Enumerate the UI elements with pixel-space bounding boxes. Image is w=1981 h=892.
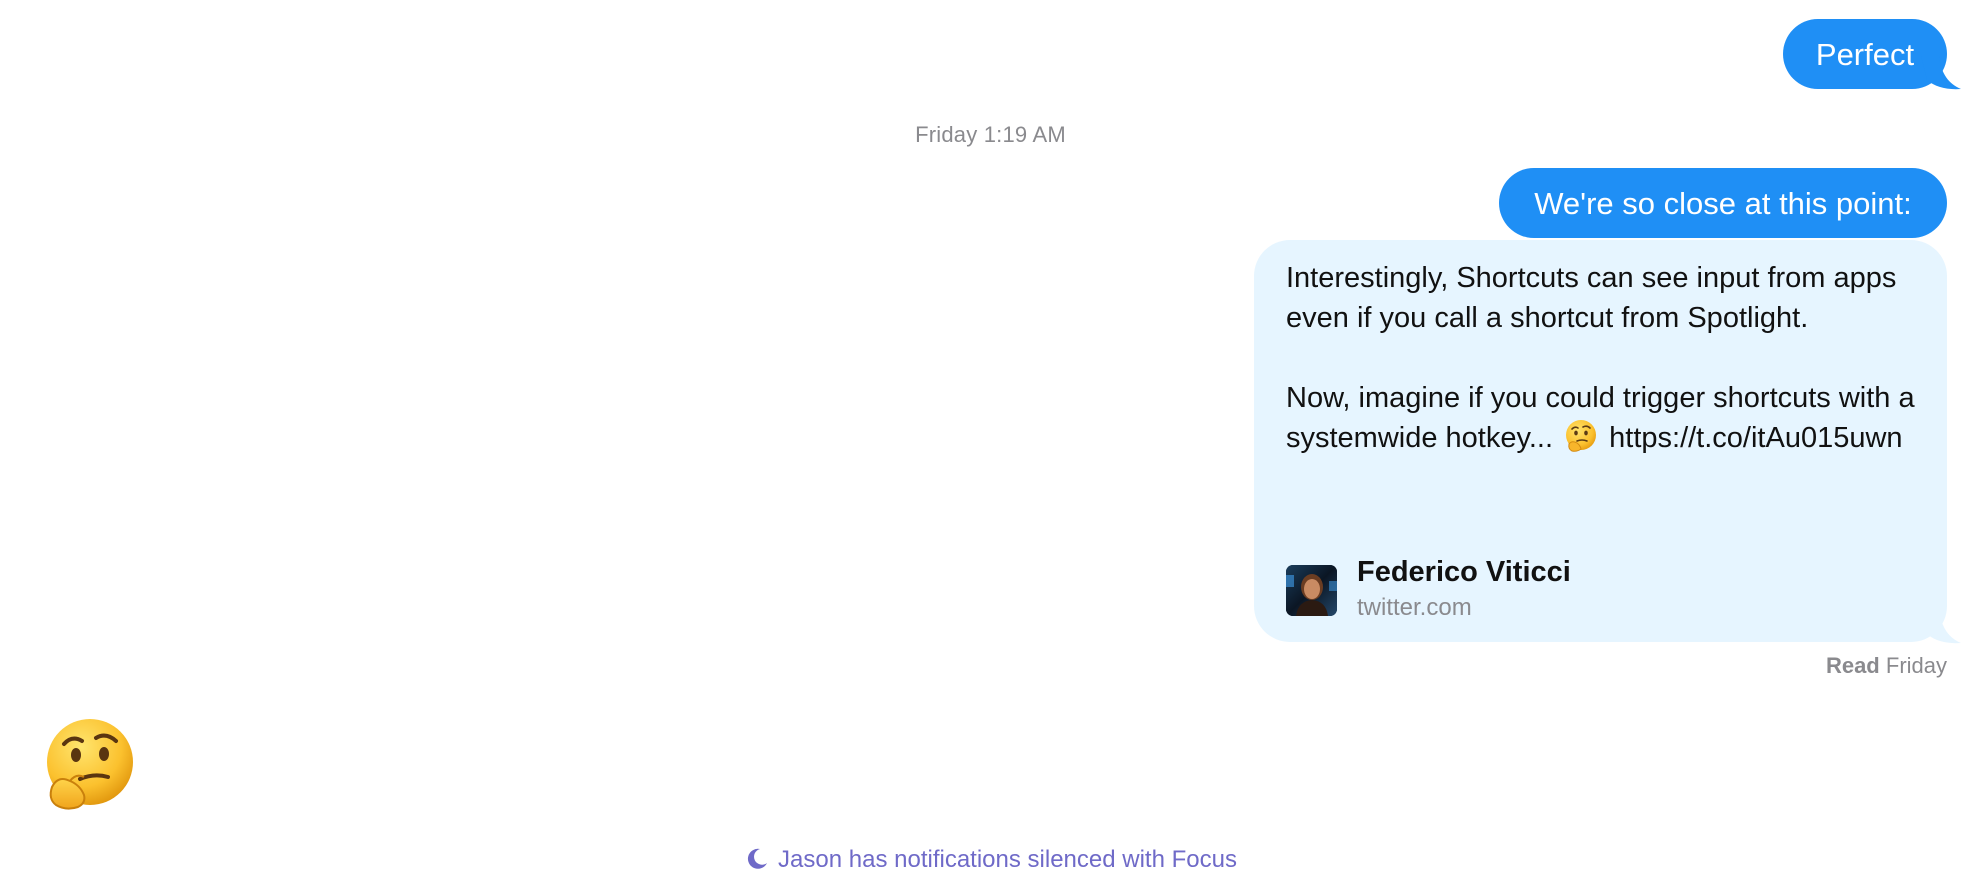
source-domain: twitter.com [1357,594,1472,621]
link-text-paragraph-1: Interestingly, Shortcuts can see input f… [1286,262,1897,334]
thinking-face-icon[interactable] [40,717,136,813]
link-preview-bubble[interactable]: Interestingly, Shortcuts can see input f… [1254,240,1947,642]
source-name: Federico Viticci [1357,556,1571,588]
link-preview-text: Interestingly, Shortcuts can see input f… [1286,258,1926,458]
read-time: Friday [1885,653,1947,678]
link-text-paragraph-2: Now, imagine if you could trigger shortc… [1286,378,1926,458]
avatar-photo-icon [1286,565,1337,616]
message-text: We're so close at this point: [1534,185,1912,221]
bubble-tail [1921,608,1961,644]
focus-notice: Jason has notifications silenced with Fo… [0,846,1981,874]
read-status: Read [1825,653,1880,678]
moon-icon [747,848,768,869]
focus-notice-text: Jason has notifications silenced with Fo… [778,846,1237,873]
conversation-timestamp: Friday 1:19 AM [915,122,1066,147]
bubble-tail [1921,56,1961,90]
link-source-row[interactable]: Federico Viticci twitter.com [1286,556,1886,621]
thinking-face-icon [1566,420,1597,452]
link-text-url[interactable]: https://t.co/itAu015uwn [1609,422,1902,454]
read-receipt: Read Friday [1826,653,1947,679]
message-bubble-close[interactable]: We're so close at this point: [1499,168,1947,238]
source-avatar [1286,565,1337,616]
message-text: Perfect [1815,36,1915,72]
